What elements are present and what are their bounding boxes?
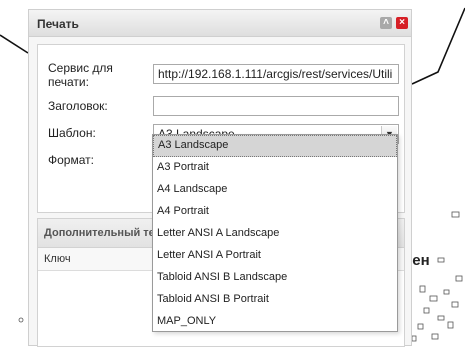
template-option[interactable]: Letter ANSI A Portrait (153, 245, 397, 267)
close-icon[interactable]: × (396, 17, 408, 29)
key-column-header[interactable]: Ключ (44, 253, 71, 265)
title-input[interactable] (153, 96, 399, 116)
template-option[interactable]: Tabloid ANSI B Landscape (153, 267, 397, 289)
template-option[interactable]: MAP_ONLY (153, 311, 397, 333)
map-line-left (0, 34, 29, 54)
template-option[interactable]: A4 Landscape (153, 179, 397, 201)
template-option[interactable]: A4 Portrait (153, 201, 397, 223)
additional-text-title: Дополнительный те (44, 227, 155, 239)
template-label: Шаблон: (48, 126, 96, 140)
double-chevron-up-icon[interactable]: ˄ (380, 17, 392, 29)
map-line-right (411, 7, 465, 85)
title-label: Заголовок: (48, 99, 108, 113)
template-option[interactable]: Letter ANSI A Landscape (153, 223, 397, 245)
template-option[interactable]: A3 Portrait (153, 157, 397, 179)
dialog-title: Печать (37, 17, 79, 31)
format-label: Формат: (48, 153, 94, 167)
template-dropdown-list: A3 Landscape A3 Portrait A4 Landscape A4… (152, 134, 398, 332)
template-option[interactable]: A3 Landscape (153, 135, 397, 157)
dialog-titlebar[interactable]: Печать ˄ × (29, 10, 411, 37)
service-url-input[interactable]: http://192.168.1.111/arcgis/rest/service… (153, 64, 399, 84)
service-label: Сервис для печати: (48, 61, 113, 89)
template-option[interactable]: Tabloid ANSI B Portrait (153, 289, 397, 311)
